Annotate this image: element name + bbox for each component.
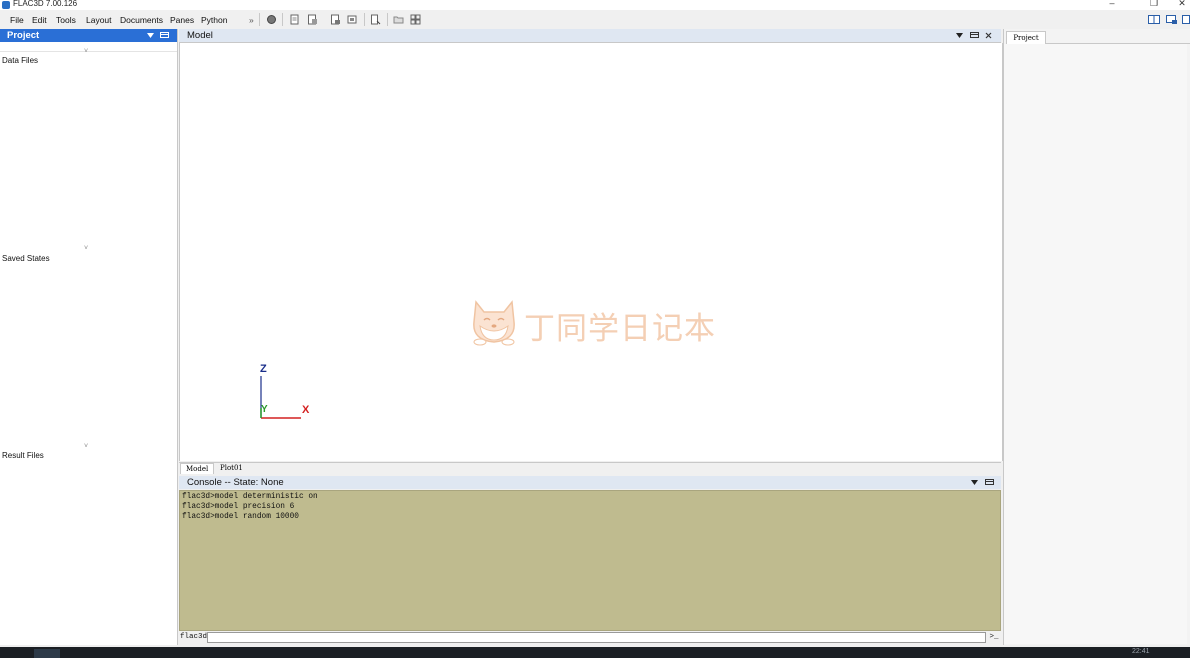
- toolbar-separator: [259, 13, 260, 26]
- tab-underline: [1044, 43, 1190, 44]
- z-axis-label: Z: [260, 363, 267, 375]
- tab-plot01[interactable]: Plot01: [215, 463, 248, 473]
- float-pane-icon[interactable]: [160, 32, 169, 38]
- command-input[interactable]: [207, 632, 986, 643]
- taskbar: [0, 647, 1190, 658]
- menu-layout[interactable]: Layout: [86, 15, 112, 25]
- section-caret[interactable]: ˅: [84, 245, 88, 252]
- dropdown-arrow-icon[interactable]: [971, 480, 978, 485]
- title-bar: [0, 0, 1190, 10]
- model-pane-header: [179, 29, 1001, 43]
- menu-edit[interactable]: Edit: [32, 15, 47, 25]
- menu-file[interactable]: File: [10, 15, 24, 25]
- layout-pane-icon[interactable]: [1166, 15, 1178, 25]
- export-icon[interactable]: [370, 14, 381, 25]
- menu-documents[interactable]: Documents: [120, 15, 163, 25]
- console-line: flac3d>model random 10000: [182, 513, 299, 521]
- close-pane-icon[interactable]: [985, 32, 992, 39]
- tab-project[interactable]: Project: [1006, 31, 1046, 44]
- model-pane-title: Model: [187, 30, 213, 41]
- minimize-button[interactable]: –: [1104, 0, 1120, 8]
- dropdown-arrow-icon[interactable]: [147, 33, 154, 38]
- console-line: flac3d>model deterministic on: [182, 493, 318, 501]
- console-pane-header: [179, 476, 1001, 489]
- float-pane-icon[interactable]: [985, 479, 994, 485]
- taskbar-app-icon[interactable]: [34, 649, 60, 658]
- save-all-icon[interactable]: [347, 14, 358, 25]
- console-output[interactable]: [179, 490, 1001, 631]
- project-pane: [0, 29, 178, 645]
- section-data-files[interactable]: Data Files: [2, 56, 38, 65]
- toolbar-separator: [282, 13, 283, 26]
- save-icon[interactable]: [330, 14, 341, 25]
- toolbar-separator: [364, 13, 365, 26]
- new-document-icon[interactable]: [289, 14, 300, 25]
- menu-panes[interactable]: Panes: [170, 15, 194, 25]
- console-title: Console -- State: None: [187, 477, 284, 488]
- maximize-button[interactable]: ❐: [1146, 0, 1162, 9]
- window-title: FLAC3D 7.00.126: [13, 0, 78, 8]
- folder-icon[interactable]: [393, 14, 404, 25]
- menu-tools[interactable]: Tools: [56, 15, 76, 25]
- right-project-content: [1004, 44, 1187, 644]
- taskbar-clock: 22:41: [1132, 648, 1150, 655]
- console-line: flac3d>model precision 6: [182, 503, 295, 511]
- tab-model[interactable]: Model: [180, 463, 215, 474]
- menu-python[interactable]: Python: [201, 15, 227, 25]
- float-pane-icon[interactable]: [970, 32, 979, 38]
- layout-side-icon[interactable]: [1182, 15, 1190, 25]
- section-caret[interactable]: ˅: [84, 443, 88, 450]
- dropdown-arrow-icon[interactable]: [956, 33, 963, 38]
- watermark-dog-icon: [473, 300, 515, 346]
- project-pane-title: Project: [7, 30, 40, 41]
- plot-icon[interactable]: [410, 14, 421, 25]
- watermark-text: 丁同学日记本: [524, 311, 716, 347]
- app-icon: [2, 1, 10, 9]
- view-tab-bar: [179, 462, 1001, 475]
- section-result-files[interactable]: Result Files: [2, 451, 44, 460]
- x-axis-label: X: [302, 404, 310, 416]
- layout-split-icon[interactable]: [1148, 15, 1160, 25]
- open-document-icon[interactable]: [307, 14, 318, 25]
- record-icon[interactable]: [266, 14, 277, 25]
- toolbar-separator: [387, 13, 388, 26]
- menu-overflow-button[interactable]: »: [249, 15, 254, 25]
- section-saved-states[interactable]: Saved States: [2, 254, 50, 263]
- section-divider: [0, 51, 177, 52]
- section-caret[interactable]: ˅: [84, 48, 88, 55]
- y-axis-label: Y: [261, 404, 268, 415]
- close-button[interactable]: ✕: [1174, 0, 1190, 9]
- run-command-button[interactable]: >_: [987, 632, 1001, 643]
